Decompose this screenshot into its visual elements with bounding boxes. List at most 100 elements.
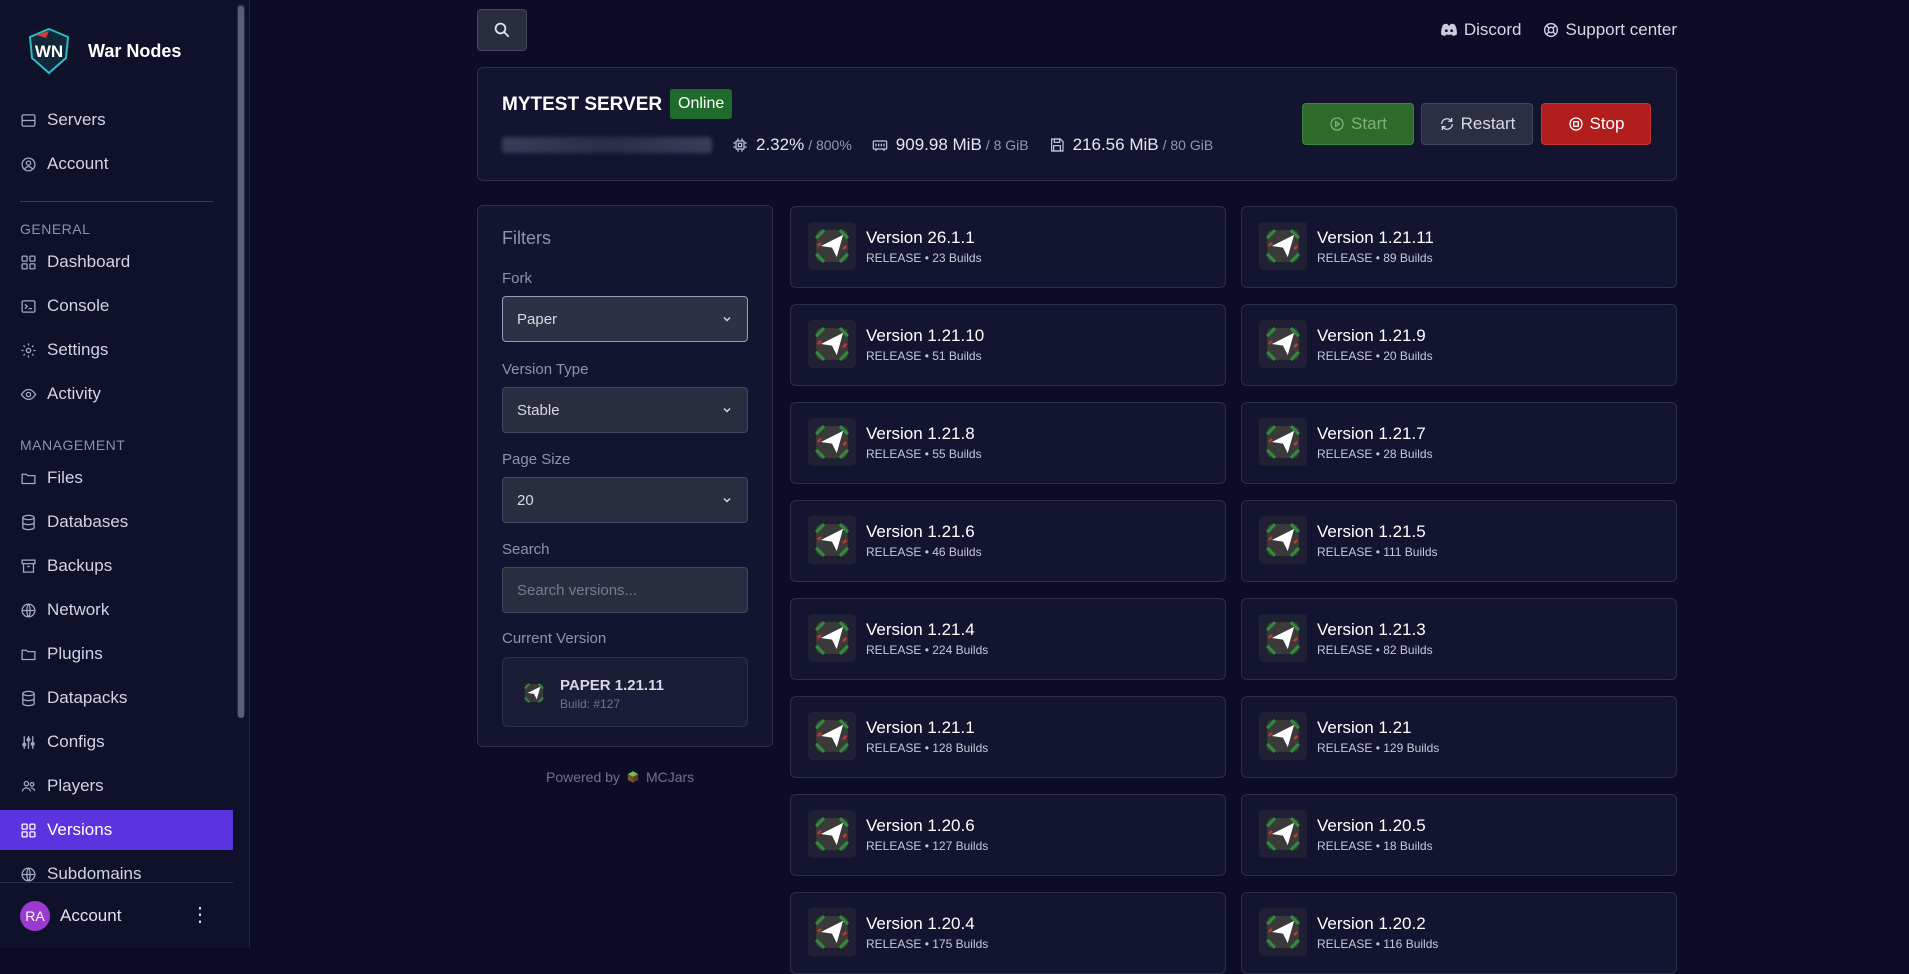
sidebar-item-label: Console <box>47 296 110 315</box>
search-button[interactable] <box>477 9 527 51</box>
version-card[interactable]: Version 1.21.5 RELEASE • 111 Builds <box>1241 500 1677 582</box>
version-name: Version 1.21.8 <box>866 424 975 443</box>
version-card[interactable]: Version 1.20.2 RELEASE • 116 Builds <box>1241 892 1677 974</box>
cpu-limit: / 800% <box>808 137 852 153</box>
version-meta: RELEASE • 116 Builds <box>1317 937 1439 951</box>
sidebar-item-players[interactable]: Players <box>0 766 233 806</box>
filters-title: Filters <box>502 228 551 248</box>
version-card[interactable]: Version 1.21.6 RELEASE • 46 Builds <box>790 500 1226 582</box>
paper-plane-icon <box>808 222 856 270</box>
sidebar-item-files[interactable]: Files <box>0 458 233 498</box>
version-name: Version 1.21.4 <box>866 620 975 639</box>
fork-label: Fork <box>502 270 532 287</box>
stop-button[interactable]: Stop <box>1541 103 1651 145</box>
sidebar-item-plugins[interactable]: Plugins <box>0 634 233 674</box>
sidebar-item-configs[interactable]: Configs <box>0 722 233 762</box>
version-card[interactable]: Version 1.21.11 RELEASE • 89 Builds <box>1241 206 1677 288</box>
version-name: Version 1.21.5 <box>1317 522 1426 541</box>
mcjars-link[interactable]: MCJars <box>646 769 694 785</box>
version-type-label: Version Type <box>502 361 589 378</box>
version-card[interactable]: Version 1.21.7 RELEASE • 28 Builds <box>1241 402 1677 484</box>
paper-plane-icon <box>808 614 856 662</box>
sidebar-item-dashboard[interactable]: Dashboard <box>0 242 233 282</box>
current-version-card: PAPER 1.21.11 Build: #127 <box>502 657 748 727</box>
account-menu[interactable]: RA Account ⋮ <box>0 882 233 948</box>
sidebar-item-backups[interactable]: Backups <box>0 546 233 586</box>
version-card[interactable]: Version 1.21.4 RELEASE • 224 Builds <box>790 598 1226 680</box>
sidebar-item-network[interactable]: Network <box>0 590 233 630</box>
sidebar-item-activity[interactable]: Activity <box>0 374 233 414</box>
paper-plane-icon <box>524 683 544 703</box>
support-center-link[interactable]: Support center <box>1543 20 1677 40</box>
sidebar-item-label: Players <box>47 776 104 795</box>
sidebar-item-label: Datapacks <box>47 688 128 707</box>
version-meta: RELEASE • 20 Builds <box>1317 349 1433 363</box>
version-card[interactable]: Version 1.20.6 RELEASE • 127 Builds <box>790 794 1226 876</box>
paper-plane-icon <box>1259 516 1307 564</box>
database-icon <box>22 690 35 706</box>
version-card[interactable]: Version 1.21.9 RELEASE • 20 Builds <box>1241 304 1677 386</box>
server-stats: 2.32%/ 800% 909.98 MiB/ 8 GiB 216.56 MiB… <box>502 135 1233 155</box>
mcjars-cube-icon <box>627 771 639 783</box>
version-card[interactable]: Version 1.20.5 RELEASE • 18 Builds <box>1241 794 1677 876</box>
refresh-icon <box>1440 118 1453 130</box>
paper-plane-icon <box>1259 810 1307 858</box>
start-button[interactable]: Start <box>1302 103 1414 145</box>
version-card[interactable]: Version 26.1.1 RELEASE • 23 Builds <box>790 206 1226 288</box>
sidebar-item-label: Subdomains <box>47 864 142 883</box>
gear-icon <box>21 342 36 358</box>
sidebar-item-account[interactable]: Account <box>0 144 233 184</box>
sidebar-item-servers[interactable]: Servers <box>0 100 233 140</box>
version-card[interactable]: Version 1.21.1 RELEASE • 128 Builds <box>790 696 1226 778</box>
sidebar-item-databases[interactable]: Databases <box>0 502 233 542</box>
memory-limit: / 8 GiB <box>985 137 1029 153</box>
sidebar-item-datapacks[interactable]: Datapacks <box>0 678 233 718</box>
more-vertical-icon[interactable]: ⋮ <box>190 905 210 925</box>
sliders-icon <box>22 735 35 749</box>
version-meta: RELEASE • 129 Builds <box>1317 741 1440 755</box>
discord-icon <box>1440 23 1457 36</box>
archive-icon <box>21 558 36 573</box>
sidebar-item-console[interactable]: Console <box>0 286 233 326</box>
console-icon <box>21 299 36 313</box>
version-meta: RELEASE • 89 Builds <box>1317 251 1433 265</box>
brand[interactable]: WN War Nodes <box>22 24 181 78</box>
version-card[interactable]: Version 1.21 RELEASE • 129 Builds <box>1241 696 1677 778</box>
page-size-label: Page Size <box>502 451 571 468</box>
version-card[interactable]: Version 1.20.4 RELEASE • 175 Builds <box>790 892 1226 974</box>
memory-value: 909.98 MiB <box>895 135 982 154</box>
version-meta: RELEASE • 175 Builds <box>866 937 989 951</box>
paper-plane-icon <box>1259 908 1307 956</box>
search-versions-input[interactable] <box>502 567 748 613</box>
discord-link[interactable]: Discord <box>1440 20 1521 40</box>
sidebar-item-label: Activity <box>47 384 101 403</box>
server-name: MYTEST SERVER <box>502 94 663 115</box>
version-type-value: Stable <box>517 401 560 419</box>
sidebar-divider <box>20 201 213 202</box>
disk-value: 216.56 MiB <box>1072 135 1159 154</box>
globe-icon <box>21 602 36 618</box>
save-disk-icon <box>1050 138 1064 152</box>
sidebar-item-label: Network <box>47 600 110 619</box>
stop-circle-icon <box>1568 117 1583 131</box>
version-card[interactable]: Version 1.21.8 RELEASE • 55 Builds <box>790 402 1226 484</box>
page-size-select[interactable]: 20 <box>502 477 748 523</box>
version-meta: RELEASE • 23 Builds <box>866 251 982 265</box>
paper-plane-icon <box>1259 712 1307 760</box>
disk-stat: 216.56 MiB/ 80 GiB <box>1049 135 1213 155</box>
sidebar-item-versions[interactable]: Versions <box>0 810 233 850</box>
version-card[interactable]: Version 1.21.3 RELEASE • 82 Builds <box>1241 598 1677 680</box>
version-card[interactable]: Version 1.21.10 RELEASE • 51 Builds <box>790 304 1226 386</box>
sidebar-item-settings[interactable]: Settings <box>0 330 233 370</box>
version-name: Version 1.21.1 <box>866 718 975 737</box>
version-type-select[interactable]: Stable <box>502 387 748 433</box>
filters-panel: Filters Fork Paper Version Type Stable P… <box>477 205 773 747</box>
restart-button[interactable]: Restart <box>1421 103 1533 145</box>
sidebar-scrollbar-thumb[interactable] <box>238 6 244 718</box>
version-name: Version 1.20.4 <box>866 914 975 933</box>
version-meta: RELEASE • 51 Builds <box>866 349 982 363</box>
fork-select[interactable]: Paper <box>502 296 748 342</box>
sidebar-item-label: Backups <box>47 556 113 575</box>
fork-value: Paper <box>517 310 558 328</box>
search-label: Search <box>502 541 550 558</box>
